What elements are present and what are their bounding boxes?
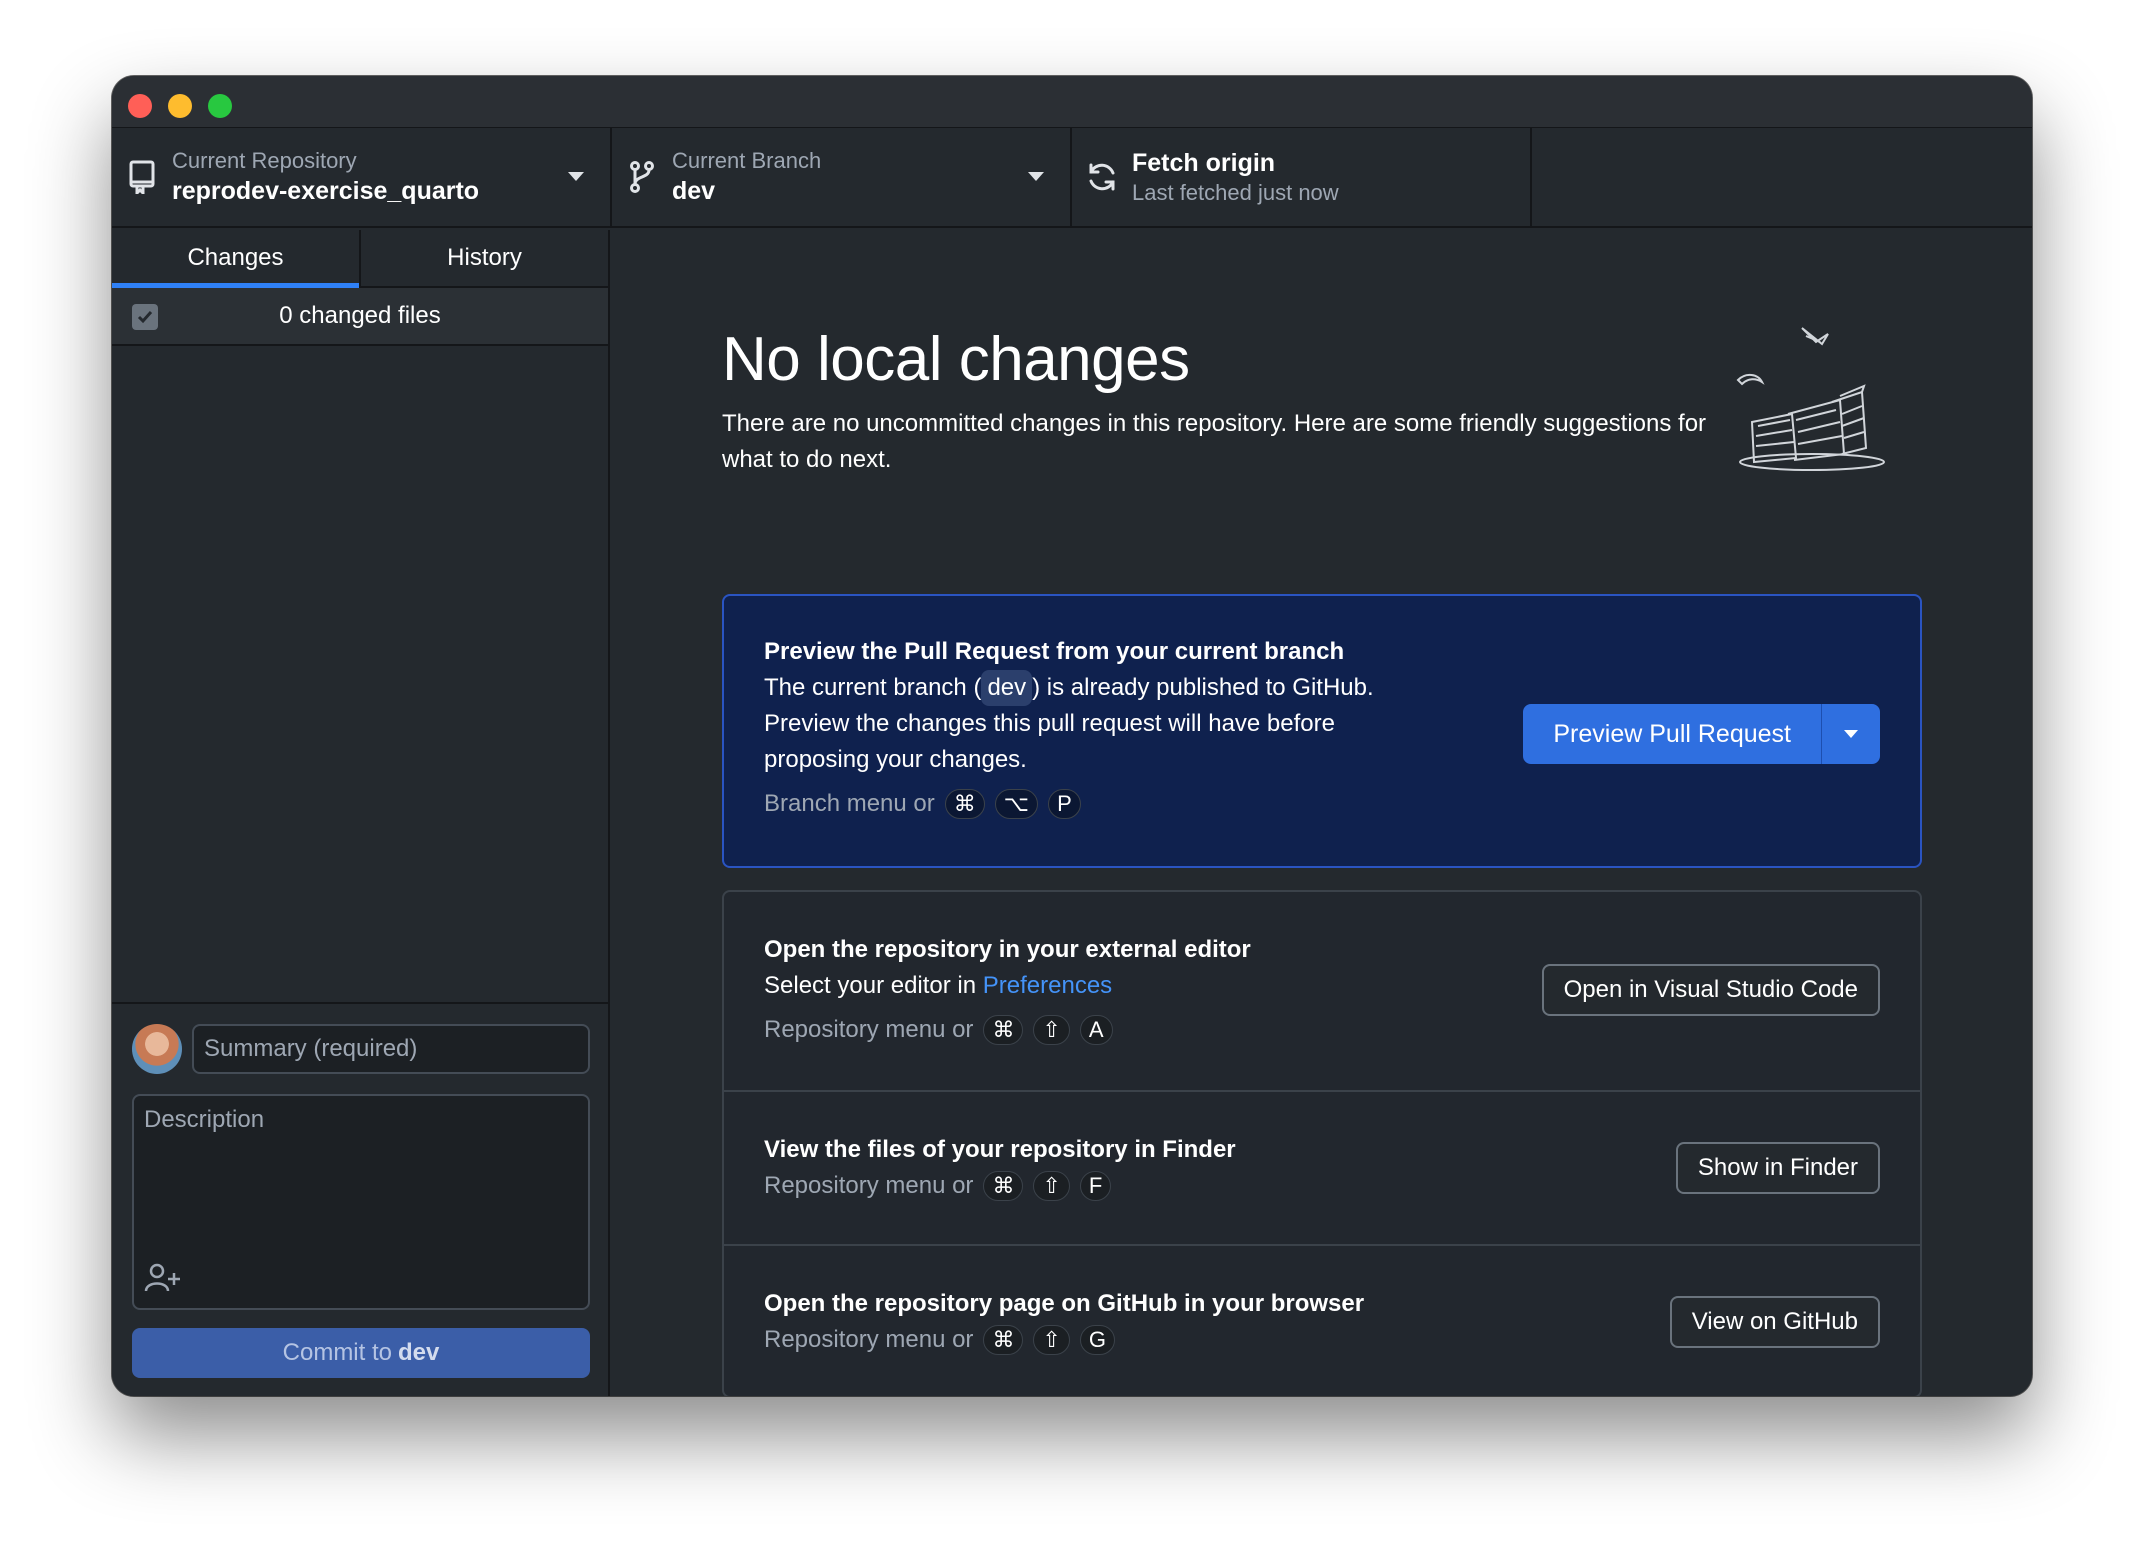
branch-icon [612,160,672,194]
app-window: Current Repository reprodev-exercise_qua… [112,76,2032,1396]
editor-line-prefix: Select your editor in [764,972,977,999]
summary-input[interactable]: Summary (required) [192,1024,590,1074]
shortcut-key: ⇧ [1033,1325,1070,1355]
editor-card-line: Select your editor in Preferences [764,968,1251,1004]
shortcut-key: ⌥ [994,789,1039,819]
editor-card: Open the repository in your external edi… [724,892,1920,1092]
pr-card-line3: proposing your changes. [764,746,1027,773]
shortcut-key: ⇧ [1033,1015,1070,1045]
preview-pull-request-label[interactable]: Preview Pull Request [1523,704,1822,764]
tab-history[interactable]: History [359,230,608,286]
checkmark-icon [137,311,153,324]
avatar [132,1024,182,1074]
pr-shortcut-label: Branch menu or [764,790,935,817]
editor-shortcut-label: Repository menu or [764,1016,974,1043]
pr-card-line1: The current branch (dev) is already publ… [764,670,1374,706]
title-bar [112,76,2032,128]
repository-name: reprodev-exercise_quarto [172,177,480,205]
fetch-origin-button[interactable]: Fetch origin Last fetched just now [1072,128,1532,226]
preview-pull-request-button[interactable]: Preview Pull Request [1523,704,1880,764]
sidebar-tabs: Changes History [112,230,608,288]
changes-header: 0 changed files [112,288,608,346]
sync-icon [1072,160,1132,194]
branch-name: dev [672,177,716,205]
commit-button-branch: dev [398,1339,440,1366]
shortcut-key: ⌘ [944,789,985,819]
caret-down-icon[interactable] [1822,704,1880,764]
shortcut-key: P [1048,789,1081,819]
commit-button-label: Commit to [282,1339,392,1366]
shortcut-key: ⌘ [983,1171,1024,1201]
preferences-link[interactable]: Preferences [983,972,1112,999]
fetch-origin-label: Fetch origin [1132,149,1276,177]
shortcut-key: A [1079,1015,1113,1045]
page-title: No local changes [722,325,1190,394]
main-panel: No local changes There are no uncommitte… [612,230,2032,1396]
last-fetched-text: Last fetched just now [1132,180,1339,205]
suggestions-group: Open the repository in your external edi… [722,890,1922,1396]
github-card: Open the repository page on GitHub in yo… [724,1246,1920,1396]
finder-shortcut-label: Repository menu or [764,1172,974,1199]
caret-down-icon [1028,172,1044,181]
show-in-finder-button[interactable]: Show in Finder [1675,1142,1880,1194]
commit-area: Summary (required) Description Commit to… [112,1002,608,1396]
branch-label: Current Branch [672,148,822,173]
description-field[interactable]: Description [132,1094,590,1310]
minimize-window-button[interactable] [168,94,192,118]
finder-card-title: View the files of your repository in Fin… [764,1136,1236,1163]
shortcut-key: F [1079,1171,1112,1201]
changed-files-count: 0 changed files [279,302,441,329]
shortcut-key: ⌘ [983,1325,1024,1355]
pr-shortcut: Branch menu or ⌘ ⌥ P [764,786,1374,822]
toolbar: Current Repository reprodev-exercise_qua… [112,128,2032,228]
repo-icon [112,160,172,194]
github-shortcut-label: Repository menu or [764,1326,974,1353]
current-branch-button[interactable]: Current Branch dev [612,128,1072,226]
shortcut-key: ⌘ [983,1015,1024,1045]
shortcut-key: G [1079,1325,1115,1355]
finder-shortcut: Repository menu or ⌘ ⇧ F [764,1168,1236,1204]
finder-card: View the files of your repository in Fin… [724,1092,1920,1246]
sidebar: Changes History 0 changed files Summary … [112,230,610,1396]
pr-line1-suffix: ) is already published to GitHub. [1032,674,1374,701]
pr-line1-prefix: The current branch ( [764,674,982,701]
github-shortcut: Repository menu or ⌘ ⇧ G [764,1322,1364,1358]
view-on-github-button[interactable]: View on GitHub [1669,1296,1880,1348]
page-subtitle: There are no uncommitted changes in this… [722,410,1707,473]
github-card-title: Open the repository page on GitHub in yo… [764,1290,1365,1317]
preview-pr-card: Preview the Pull Request from your curre… [722,594,1922,868]
description-placeholder: Description [144,1106,265,1133]
editor-shortcut: Repository menu or ⌘ ⇧ A [764,1012,1251,1048]
zoom-window-button[interactable] [208,94,232,118]
open-in-vscode-button[interactable]: Open in Visual Studio Code [1541,964,1880,1016]
pr-card-line2: Preview the changes this pull request wi… [764,710,1335,737]
shortcut-key: ⇧ [1033,1171,1070,1201]
caret-down-icon [568,172,584,181]
add-coauthor-icon[interactable] [144,1261,182,1298]
current-repository-button[interactable]: Current Repository reprodev-exercise_qua… [112,128,612,226]
empty-state-illustration [1732,322,1892,477]
editor-card-title: Open the repository in your external edi… [764,936,1251,963]
repository-label: Current Repository [172,148,357,173]
commit-button[interactable]: Commit to dev [132,1328,590,1378]
pr-card-title: Preview the Pull Request from your curre… [764,638,1345,665]
tab-changes[interactable]: Changes [112,230,359,288]
close-window-button[interactable] [128,94,152,118]
branch-code: dev [981,670,1033,706]
select-all-checkbox[interactable] [132,304,158,330]
